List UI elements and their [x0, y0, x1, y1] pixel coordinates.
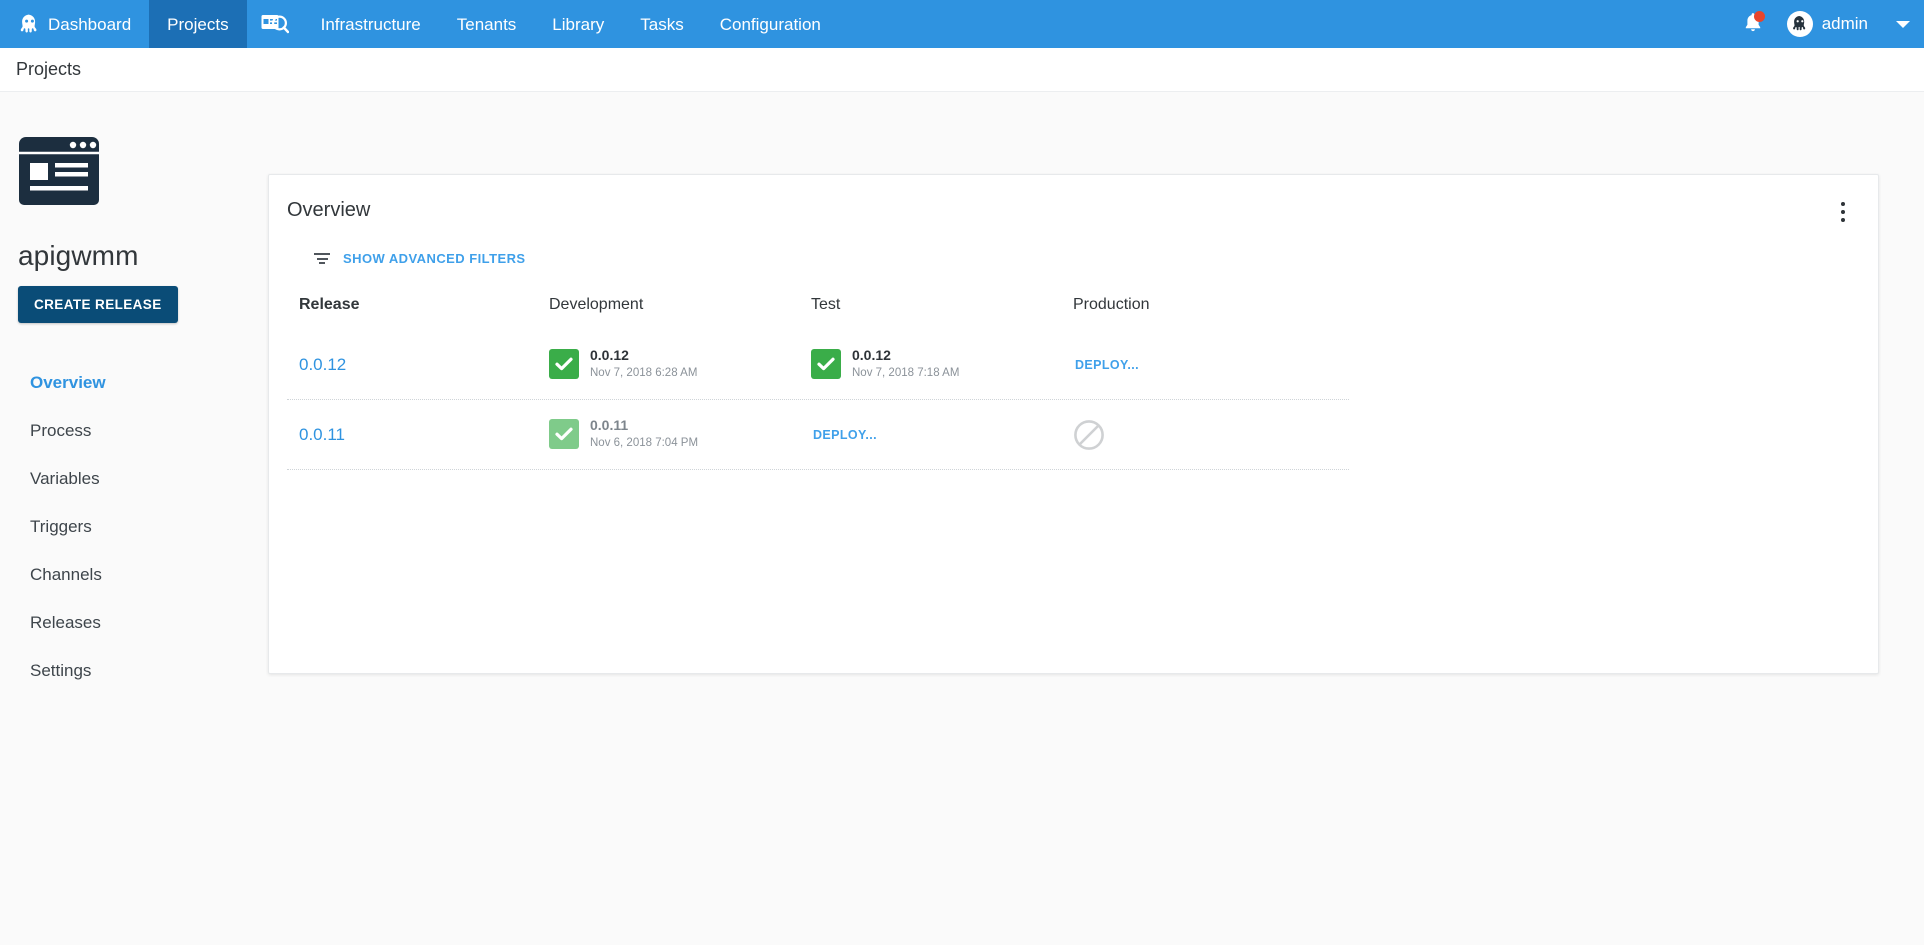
column-header-release: Release — [299, 296, 360, 313]
top-navigation-bar: Dashboard Projects Infrastructure Tenant… — [0, 0, 1924, 48]
deployment-status: 0.0.12 Nov 7, 2018 7:18 AM — [811, 347, 1073, 382]
username-label: admin — [1821, 14, 1868, 33]
nav-label-projects: Projects — [167, 14, 229, 34]
test-cell: 0.0.12 Nov 7, 2018 7:18 AM — [811, 347, 1073, 382]
nav-item-configuration[interactable]: Configuration — [702, 0, 839, 48]
create-release-button[interactable]: CREATE RELEASE — [18, 286, 178, 323]
nav-label-tasks: Tasks — [640, 14, 684, 34]
deploy-button[interactable]: DEPLOY... — [1073, 358, 1139, 372]
project-nav-menu: Overview Process Variables Triggers Chan… — [18, 365, 268, 689]
notifications-button[interactable] — [1733, 0, 1773, 48]
sidebar-item-channels[interactable]: Channels — [18, 557, 268, 593]
column-header-development: Development — [549, 296, 644, 313]
deployed-version: 0.0.11 — [590, 416, 629, 433]
deployed-date: Nov 6, 2018 7:04 PM — [590, 437, 699, 450]
nav-item-tasks[interactable]: Tasks — [622, 0, 701, 48]
project-window-icon — [18, 136, 100, 206]
success-check-icon[interactable] — [811, 349, 841, 380]
release-link[interactable]: 0.0.12 — [299, 355, 346, 374]
main-content: Overview SHOW ADVANCED FILTERS Release D… — [268, 92, 1924, 674]
project-search-icon — [261, 13, 289, 35]
deployed-date: Nov 7, 2018 6:28 AM — [590, 367, 698, 380]
success-check-icon[interactable] — [549, 349, 579, 380]
test-cell: DEPLOY... — [811, 426, 1073, 444]
project-sidebar: apigwmm CREATE RELEASE Overview Process … — [0, 92, 268, 701]
breadcrumb-projects[interactable]: Projects — [16, 59, 81, 80]
card-title: Overview — [287, 199, 371, 221]
octopus-icon — [20, 14, 39, 35]
production-cell: DEPLOY... — [1073, 356, 1335, 374]
blocked-icon — [1073, 419, 1335, 451]
avatar — [1786, 11, 1813, 37]
filter-icon — [313, 252, 331, 266]
sidebar-item-releases[interactable]: Releases — [18, 605, 268, 641]
notification-badge — [1753, 11, 1765, 22]
nav-label-infrastructure: Infrastructure — [320, 14, 421, 34]
release-link[interactable]: 0.0.11 — [299, 425, 345, 444]
page-title: apigwmm — [18, 240, 139, 271]
deployed-version: 0.0.12 — [590, 346, 629, 363]
deployed-date: Nov 7, 2018 7:18 AM — [852, 367, 960, 380]
card-header: Overview — [269, 175, 1878, 225]
sidebar-item-triggers[interactable]: Triggers — [18, 509, 268, 545]
sidebar-item-overview[interactable]: Overview — [18, 365, 268, 401]
nav-label-dashboard: Dashboard — [48, 14, 132, 34]
table-row: 0.0.11 0.0.11 Nov 6, 2018 7:04 PM DEPLOY… — [287, 400, 1349, 470]
deployed-version: 0.0.12 — [852, 346, 891, 363]
deployment-status: 0.0.12 Nov 7, 2018 6:28 AM — [549, 347, 811, 382]
nav-label-tenants: Tenants — [456, 14, 517, 34]
table-row: 0.0.12 0.0.12 Nov 7, 2018 6:28 AM 0.0.12… — [287, 330, 1349, 400]
kebab-menu-icon[interactable] — [1830, 199, 1856, 225]
nav-item-dashboard[interactable]: Dashboard — [0, 0, 149, 48]
deployment-status: 0.0.11 Nov 6, 2018 7:04 PM — [549, 417, 811, 452]
release-version-cell: 0.0.11 — [287, 425, 549, 445]
matrix-header-row: Release Development Test Production — [287, 296, 1349, 330]
deploy-button[interactable]: DEPLOY... — [811, 428, 877, 442]
nav-label-library: Library — [552, 14, 605, 34]
show-advanced-filters-label: SHOW ADVANCED FILTERS — [343, 251, 526, 266]
chevron-down-icon[interactable] — [1896, 20, 1910, 28]
breadcrumb: Projects — [0, 48, 1924, 92]
overview-card: Overview SHOW ADVANCED FILTERS Release D… — [268, 174, 1879, 674]
user-menu[interactable]: admin — [1773, 0, 1874, 48]
nav-item-infrastructure[interactable]: Infrastructure — [303, 0, 439, 48]
nav-item-project-search[interactable] — [247, 0, 303, 48]
column-header-production: Production — [1073, 296, 1150, 313]
nav-item-tenants[interactable]: Tenants — [439, 0, 535, 48]
development-cell: 0.0.11 Nov 6, 2018 7:04 PM — [549, 417, 811, 452]
column-header-test: Test — [811, 296, 841, 313]
nav-label-configuration: Configuration — [719, 14, 821, 34]
production-cell — [1073, 419, 1335, 451]
sidebar-item-settings[interactable]: Settings — [18, 653, 268, 689]
nav-item-projects[interactable]: Projects — [149, 0, 247, 48]
sidebar-item-variables[interactable]: Variables — [18, 461, 268, 497]
show-advanced-filters-button[interactable]: SHOW ADVANCED FILTERS — [269, 225, 526, 266]
success-check-icon[interactable] — [549, 419, 579, 450]
release-version-cell: 0.0.12 — [287, 355, 549, 375]
sidebar-item-process[interactable]: Process — [18, 413, 268, 449]
development-cell: 0.0.12 Nov 7, 2018 6:28 AM — [549, 347, 811, 382]
page-body: apigwmm CREATE RELEASE Overview Process … — [0, 92, 1924, 945]
release-matrix: Release Development Test Production 0.0.… — [269, 266, 1878, 470]
top-navigation-right: admin — [1733, 0, 1924, 48]
nav-item-library[interactable]: Library — [534, 0, 622, 48]
